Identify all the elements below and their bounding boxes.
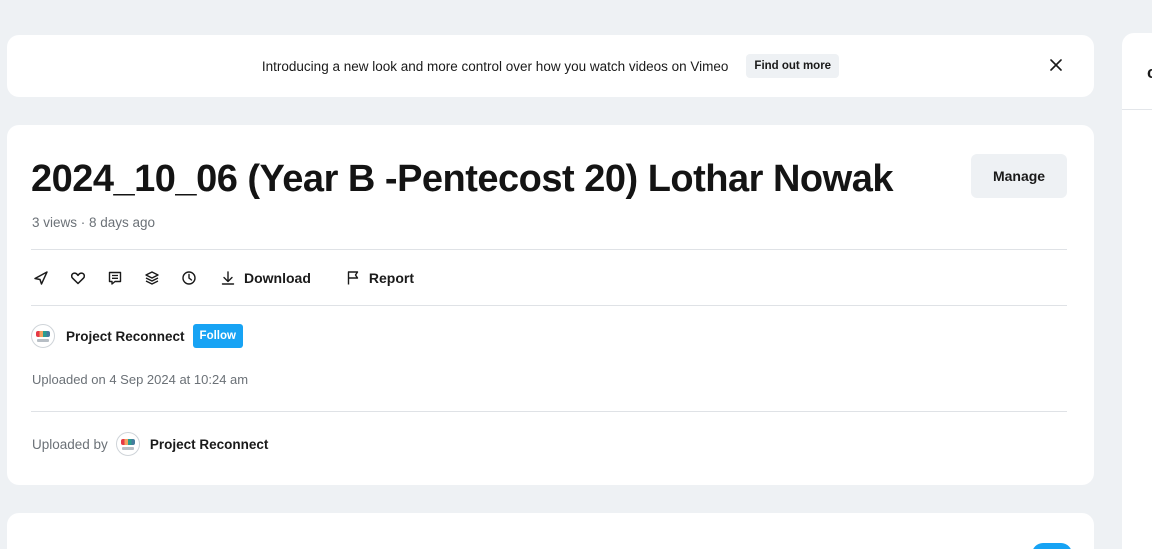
- heart-icon[interactable]: [68, 265, 88, 291]
- manage-button[interactable]: Manage: [971, 154, 1067, 198]
- share-icon[interactable]: [31, 265, 51, 291]
- comment-icon[interactable]: [105, 265, 125, 291]
- autoplay-toggle[interactable]: [1032, 543, 1072, 549]
- download-button[interactable]: Download: [220, 265, 311, 291]
- right-panel-divider: [1122, 109, 1152, 110]
- uploaded-by-label: Uploaded by: [32, 436, 108, 452]
- upload-date: Uploaded on 4 Sep 2024 at 10:24 am: [32, 372, 249, 387]
- video-meta: 3 views · 8 days ago: [32, 215, 156, 230]
- divider: [31, 411, 1067, 412]
- avatar[interactable]: [115, 432, 140, 456]
- action-bar: Download Report: [31, 265, 414, 291]
- channel-row: Project Reconnect Follow: [31, 324, 243, 348]
- close-icon[interactable]: [1046, 55, 1066, 75]
- more-from-channel-card: [7, 513, 1094, 549]
- report-label: Report: [368, 270, 415, 286]
- avatar-logo-mark: [36, 331, 50, 337]
- uploader-name-link[interactable]: Project Reconnect: [150, 437, 269, 452]
- announcement-banner: Introducing a new look and more control …: [7, 35, 1094, 97]
- download-label: Download: [244, 270, 311, 286]
- right-side-panel: c: [1122, 33, 1152, 549]
- banner-text: Introducing a new look and more control …: [261, 58, 729, 74]
- collections-icon[interactable]: [142, 265, 162, 291]
- report-button[interactable]: Report: [345, 265, 414, 291]
- watch-later-icon[interactable]: [179, 265, 199, 291]
- uploaded-by-row: Uploaded by Project Reconnect: [32, 432, 268, 456]
- avatar-logo-text: [121, 447, 134, 450]
- follow-button[interactable]: Follow: [192, 324, 243, 348]
- divider: [31, 249, 1067, 250]
- right-panel-heading-fragment: c: [1147, 63, 1152, 82]
- channel-name-link[interactable]: Project Reconnect: [66, 329, 185, 344]
- avatar-logo-text: [37, 339, 49, 342]
- divider: [31, 305, 1067, 306]
- avatar-logo-mark: [120, 439, 135, 445]
- video-title: 2024_10_06 (Year B -Pentecost 20) Lothar…: [31, 158, 893, 200]
- flag-icon: [345, 270, 361, 286]
- find-out-more-button[interactable]: Find out more: [746, 54, 840, 78]
- download-icon: [220, 270, 236, 286]
- avatar[interactable]: [31, 324, 55, 348]
- video-details-card: 2024_10_06 (Year B -Pentecost 20) Lothar…: [7, 125, 1094, 485]
